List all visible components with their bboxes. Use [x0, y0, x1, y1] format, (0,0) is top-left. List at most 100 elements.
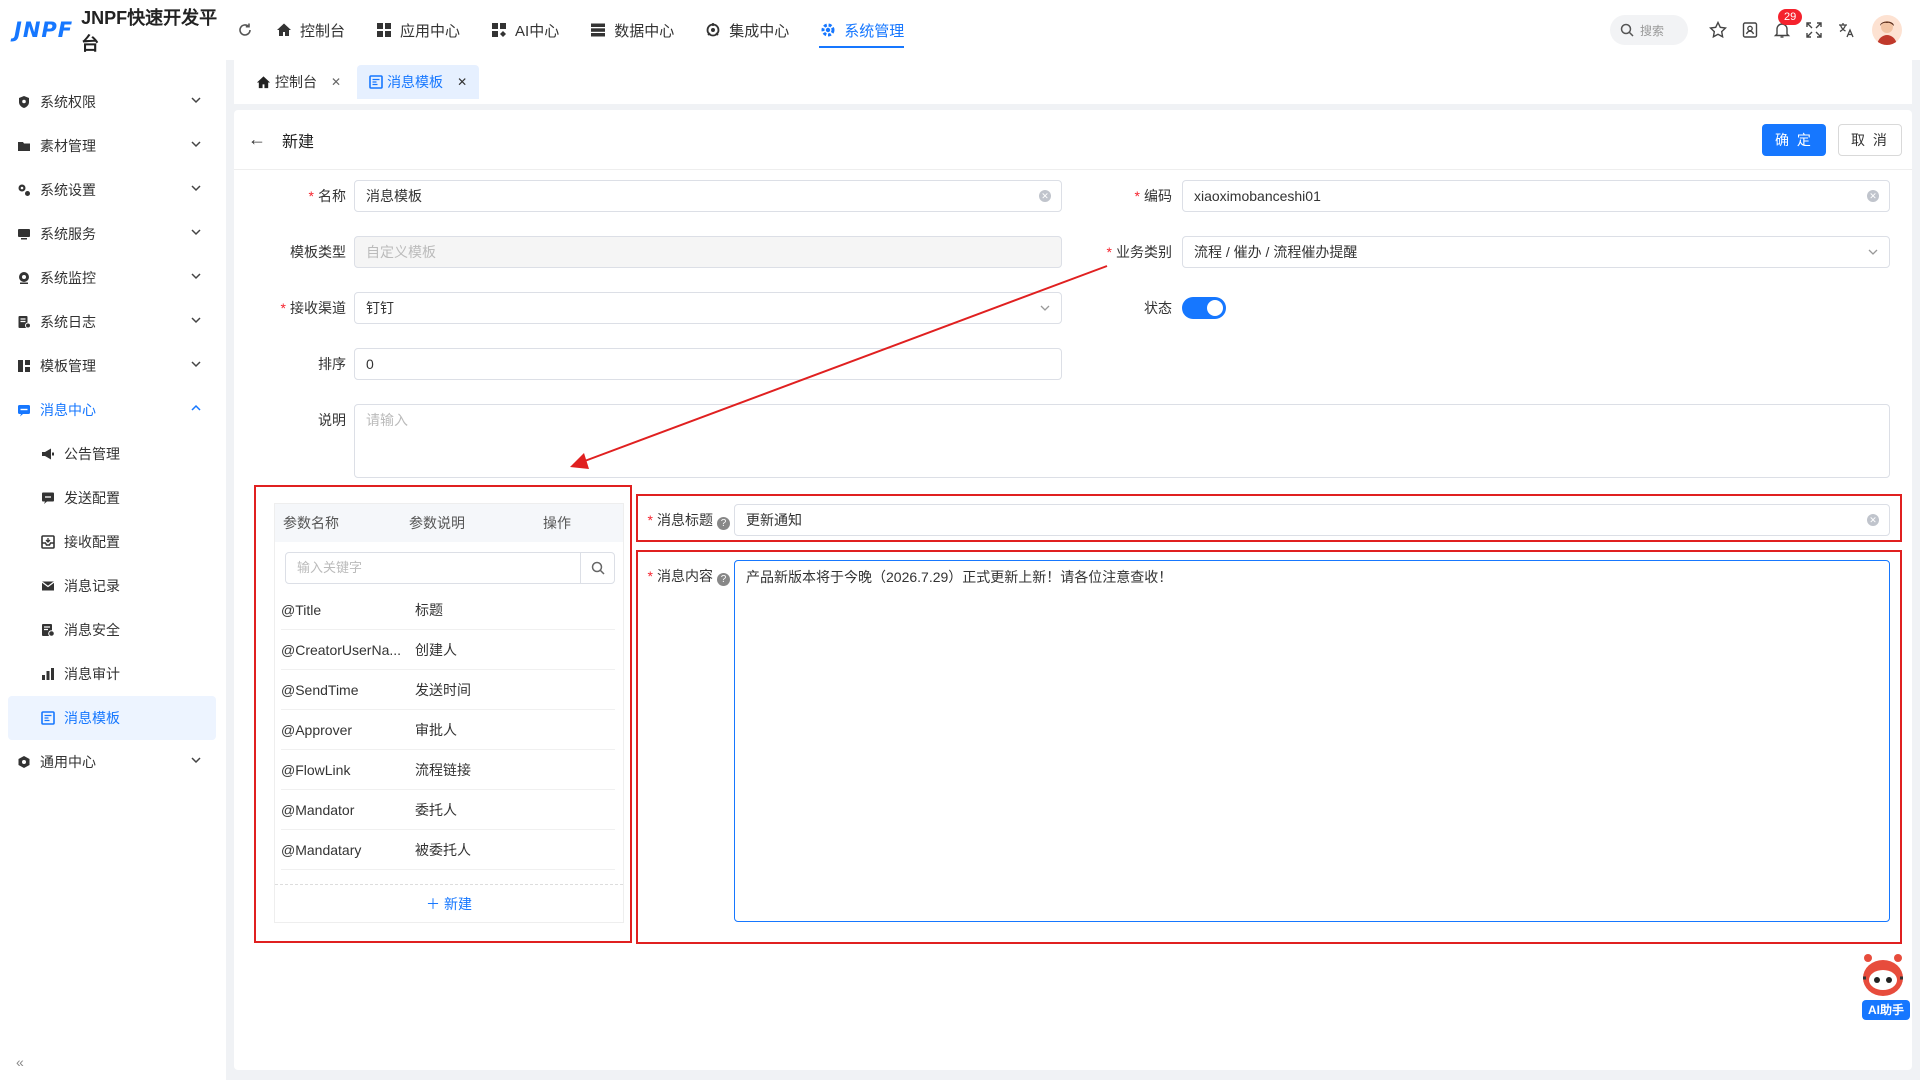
sidebar-item-label: 系统监控: [40, 270, 96, 286]
clear-icon[interactable]: ✕: [1039, 190, 1051, 202]
ai-grid-icon: [490, 21, 508, 39]
fullscreen-icon[interactable]: [1798, 14, 1830, 46]
topnav-apps[interactable]: 应用中心: [360, 0, 475, 60]
apps-icon: [375, 21, 393, 39]
home-icon: [256, 75, 271, 90]
sidebar-item-permissions[interactable]: 系统权限: [0, 80, 226, 124]
topnav-label: 控制台: [300, 22, 346, 40]
collapse-sidebar-icon[interactable]: «: [16, 1054, 24, 1070]
back-arrow-icon[interactable]: ←: [248, 129, 266, 150]
desc-textarea[interactable]: 请输入: [354, 404, 1890, 478]
folder-icon: [16, 138, 32, 154]
sidebar-subitem-announcements[interactable]: 公告管理: [0, 432, 226, 476]
topnav-integration[interactable]: 集成中心: [689, 0, 804, 60]
channel-select[interactable]: 钉钉: [354, 292, 1062, 324]
chevron-up-icon: [191, 404, 201, 411]
bell-icon[interactable]: 29: [1766, 9, 1803, 46]
sidebar-subitem-message-templates[interactable]: 消息模板: [8, 696, 216, 740]
star-icon[interactable]: [1702, 14, 1734, 46]
panel-header: ← 新建: [234, 110, 1912, 170]
sidebar-item-label: 公告管理: [64, 446, 120, 462]
channel-value: 钉钉: [366, 300, 394, 316]
annotation-box-params: [254, 485, 632, 943]
code-input[interactable]: xiaoximobanceshi01 ✕: [1182, 180, 1890, 212]
general-icon: [16, 754, 32, 770]
sidebar-item-logs[interactable]: 系统日志: [0, 300, 226, 344]
translate-icon[interactable]: [1830, 14, 1862, 46]
bar-chart-icon: [40, 666, 56, 682]
search-icon: [1620, 23, 1634, 37]
topnav-system[interactable]: 系统管理: [804, 0, 919, 60]
chevron-down-icon: [191, 141, 201, 148]
status-toggle[interactable]: [1182, 297, 1226, 319]
tab-label: 消息模板: [387, 74, 444, 90]
name-label: 名称: [270, 180, 346, 212]
sidebar-item-message-center[interactable]: 消息中心: [0, 388, 226, 432]
search-placeholder: 搜索: [1640, 23, 1665, 38]
sidebar-item-label: 系统设置: [40, 182, 96, 198]
cancel-button[interactable]: 取 消: [1838, 124, 1902, 156]
sidebar-item-label: 消息模板: [64, 710, 120, 726]
contacts-icon[interactable]: [1734, 14, 1766, 46]
close-icon[interactable]: ✕: [457, 75, 467, 89]
sidebar-item-label: 消息记录: [64, 578, 120, 594]
sidebar-subitem-send-config[interactable]: 发送配置: [0, 476, 226, 520]
biz-category-select[interactable]: 流程 / 催办 / 流程催办提醒: [1182, 236, 1890, 268]
chevron-down-icon: [1040, 305, 1050, 311]
gear-icon: [819, 21, 837, 39]
template-doc-icon: [369, 75, 383, 89]
mail-icon: [40, 578, 56, 594]
topnav-dashboard[interactable]: 控制台: [260, 0, 360, 60]
topnav-label: 应用中心: [400, 22, 461, 40]
template-doc-icon: [40, 710, 56, 726]
tab-message-template[interactable]: 消息模板 ✕: [357, 65, 480, 99]
app-logo[interactable]: JNPF JNPF快速开发平台: [0, 4, 230, 56]
chevron-down-icon: [191, 273, 201, 280]
code-input-value: xiaoximobanceshi01: [1194, 188, 1321, 204]
chevron-down-icon: [191, 229, 201, 236]
status-label: 状态: [1144, 300, 1172, 316]
chevron-down-icon: [191, 361, 201, 368]
confirm-button[interactable]: 确 定: [1762, 124, 1826, 156]
sidebar-subitem-message-records[interactable]: 消息记录: [0, 564, 226, 608]
refresh-icon[interactable]: [230, 22, 260, 38]
sidebar-item-monitoring[interactable]: 系统监控: [0, 256, 226, 300]
template-type-label: 模板类型: [290, 244, 346, 260]
sidebar-item-materials[interactable]: 素材管理: [0, 124, 226, 168]
sidebar: 系统权限 素材管理 系统设置 系统服务 系统监控 系统日志 模板管理 消息中心: [0, 60, 226, 1080]
sort-value: 0: [366, 356, 374, 372]
monitor-eye-icon: [16, 270, 32, 286]
sidebar-item-label: 系统日志: [40, 314, 96, 330]
sidebar-item-label: 消息审计: [64, 666, 120, 682]
biz-category-value: 流程 / 催办 / 流程催办提醒: [1194, 244, 1358, 260]
settings-icon: [16, 182, 32, 198]
send-config-icon: [40, 490, 56, 506]
sidebar-item-label: 模板管理: [40, 358, 96, 374]
sidebar-item-label: 素材管理: [40, 138, 96, 154]
annotation-box-title: [636, 494, 1902, 542]
close-icon[interactable]: ✕: [331, 75, 341, 89]
name-input[interactable]: 消息模板 ✕: [354, 180, 1062, 212]
annotation-box-content: [636, 550, 1902, 944]
sidebar-item-templates[interactable]: 模板管理: [0, 344, 226, 388]
topnav-ai[interactable]: AI中心: [475, 0, 574, 60]
sort-input[interactable]: 0: [354, 348, 1062, 380]
clear-icon[interactable]: ✕: [1867, 190, 1879, 202]
user-avatar[interactable]: [1872, 15, 1902, 45]
ai-helper-label[interactable]: AI助手: [1862, 1000, 1910, 1020]
sidebar-subitem-message-security[interactable]: 消息安全: [0, 608, 226, 652]
desc-placeholder: 请输入: [366, 412, 408, 428]
template-icon: [16, 358, 32, 374]
sidebar-subitem-message-audit[interactable]: 消息审计: [0, 652, 226, 696]
topnav-label: AI中心: [515, 22, 560, 40]
sidebar-subitem-receive-config[interactable]: 接收配置: [0, 520, 226, 564]
global-search[interactable]: 搜索: [1610, 15, 1688, 45]
sidebar-item-general-center[interactable]: 通用中心: [0, 740, 226, 784]
chevron-down-icon: [191, 757, 201, 764]
sidebar-item-services[interactable]: 系统服务: [0, 212, 226, 256]
sidebar-item-label: 消息中心: [40, 402, 96, 418]
sort-label: 排序: [318, 356, 346, 372]
tab-dashboard[interactable]: 控制台 ✕: [244, 65, 353, 99]
sidebar-item-settings[interactable]: 系统设置: [0, 168, 226, 212]
topnav-data[interactable]: 数据中心: [574, 0, 689, 60]
